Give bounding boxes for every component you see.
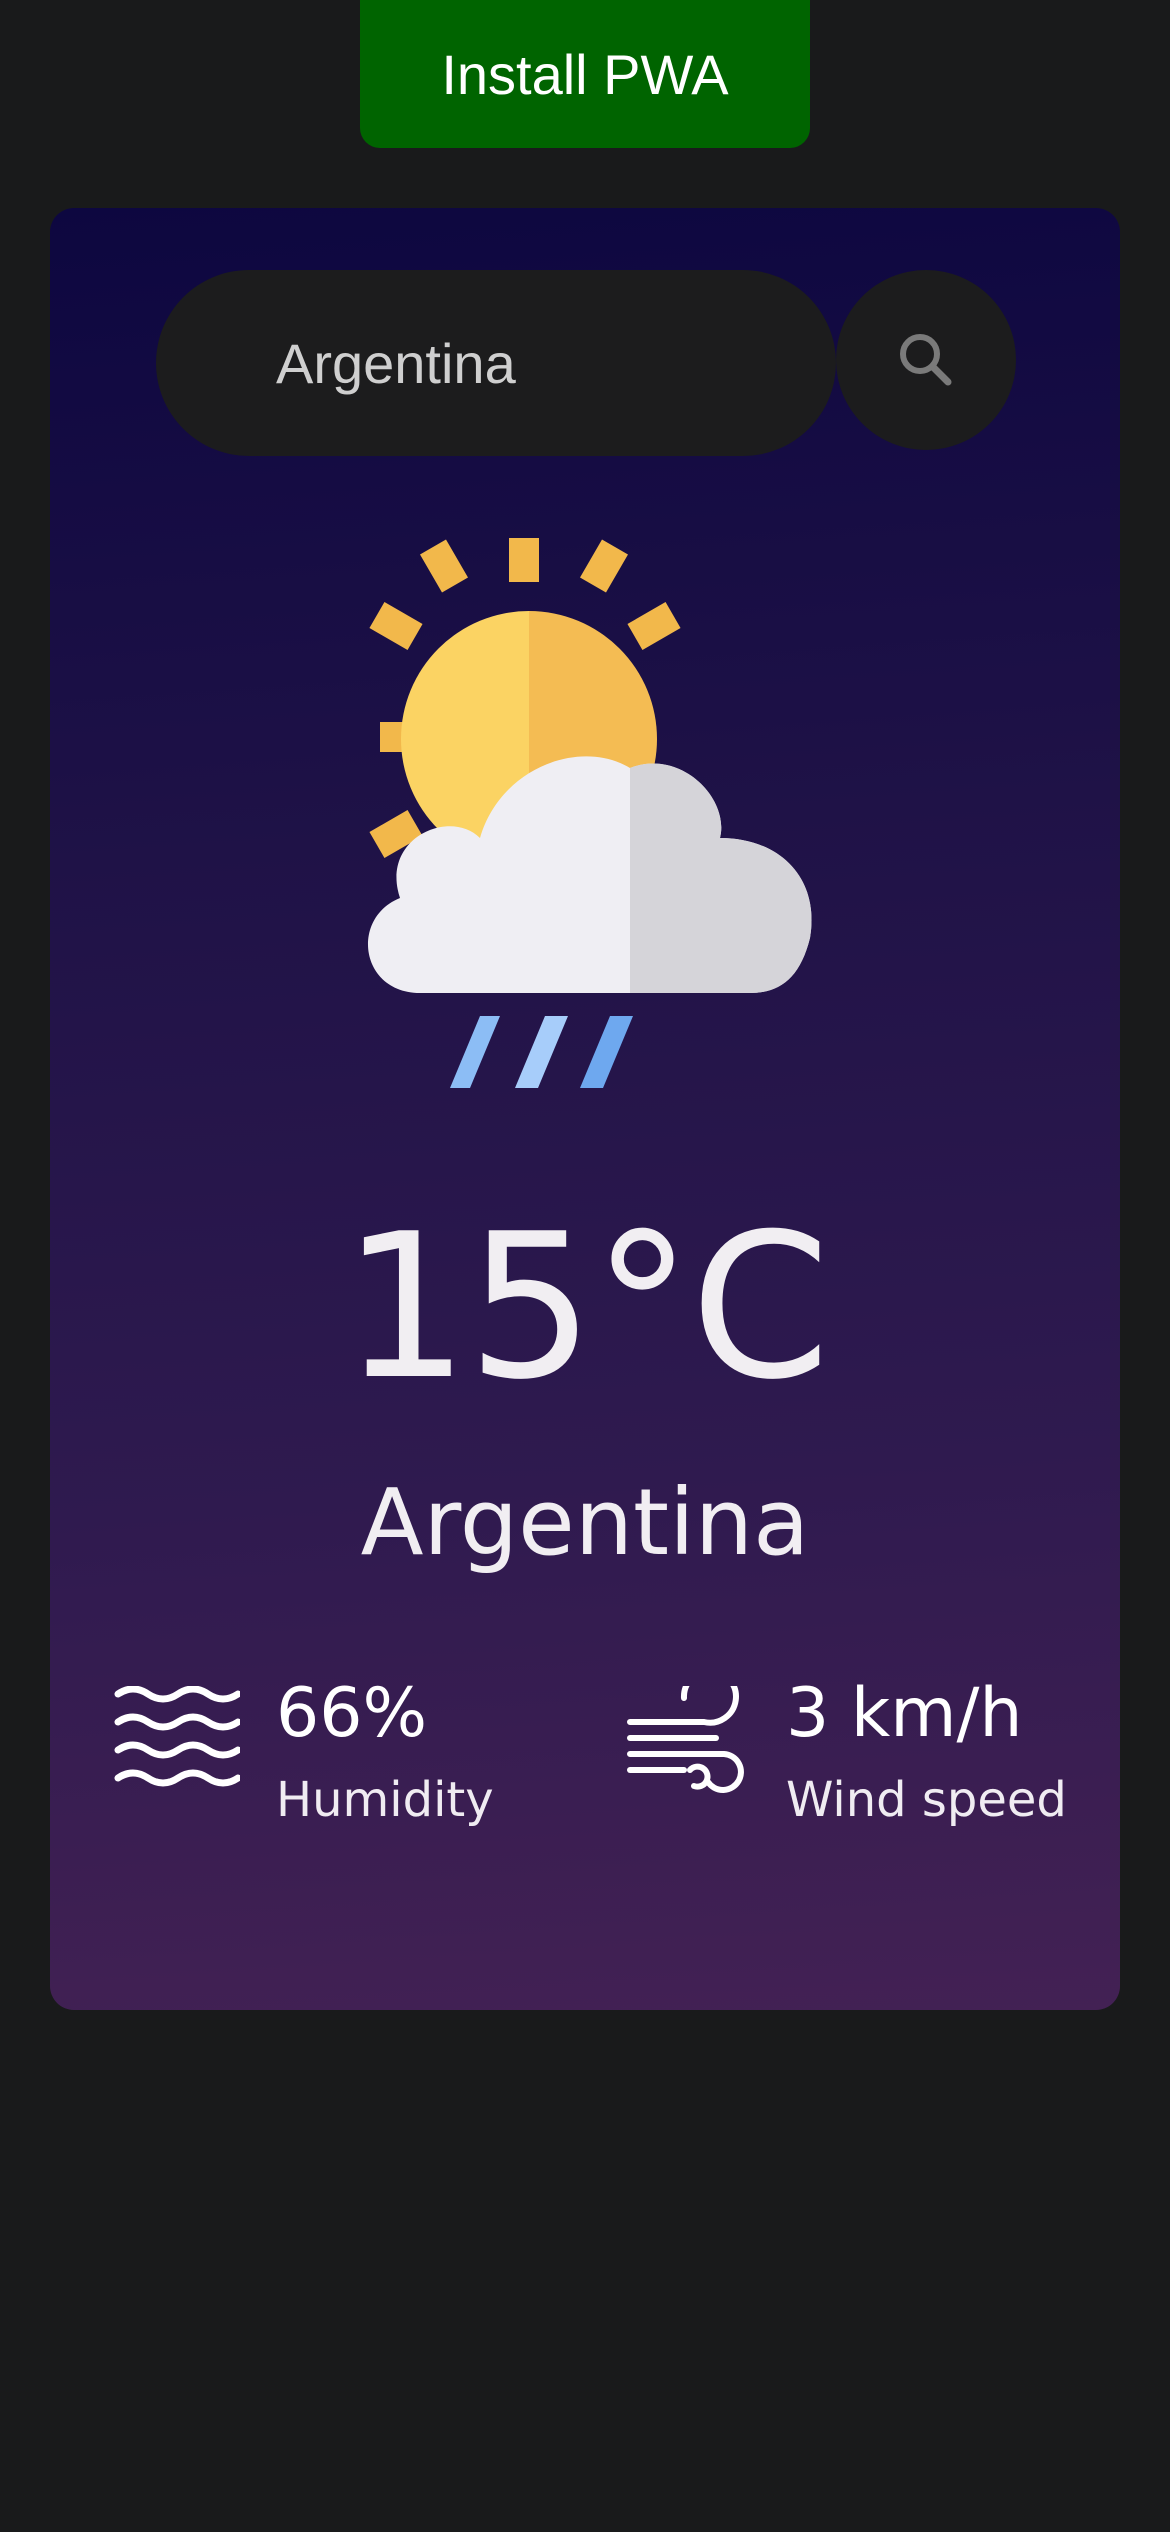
search-icon xyxy=(900,334,952,386)
temperature: 15°C xyxy=(341,1191,830,1424)
city-name: Argentina xyxy=(360,1469,810,1576)
humidity-label: Humidity xyxy=(276,1772,494,1828)
weather-card: Argentina 15°C Argentina 66% Humidity 3 … xyxy=(50,208,1120,2010)
humidity-value: 66% xyxy=(276,1674,428,1753)
wind-icon xyxy=(627,1686,744,1793)
wind-speed-value: 3 km/h xyxy=(786,1674,1023,1753)
search-button[interactable] xyxy=(836,270,1016,450)
search-input[interactable]: Argentina xyxy=(156,270,836,456)
search-input-value: Argentina xyxy=(276,331,516,395)
install-pwa-button[interactable]: Install PWA xyxy=(360,0,810,148)
partly-cloudy-rain-icon xyxy=(367,538,812,1088)
wind-speed-label: Wind speed xyxy=(786,1772,1067,1828)
humidity-waves-icon xyxy=(114,1686,240,1787)
